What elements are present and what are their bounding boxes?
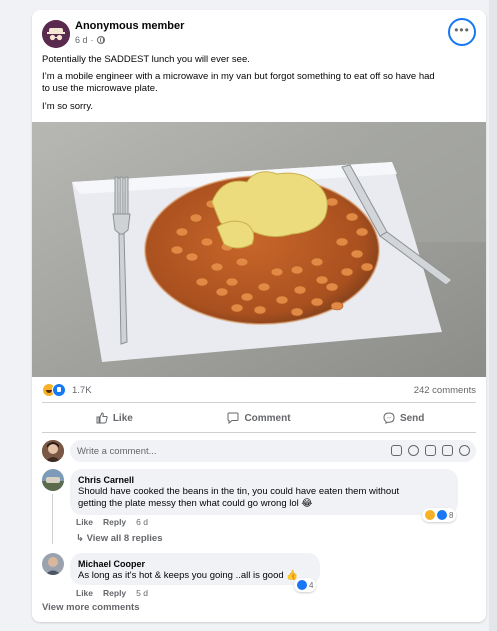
reaction-icons[interactable]	[42, 383, 66, 397]
like-reaction-icon	[437, 510, 447, 520]
sticker-icon[interactable]	[459, 445, 470, 456]
beans-plate-image	[32, 122, 486, 377]
comment-author[interactable]: Chris Carnell	[78, 474, 450, 486]
user-photo	[42, 440, 64, 462]
divider	[42, 432, 476, 433]
comment-reactions[interactable]: 8	[422, 508, 457, 522]
emoji-icon[interactable]	[408, 445, 419, 456]
comment-author[interactable]: Michael Cooper	[78, 558, 312, 570]
comment-tools	[391, 445, 470, 456]
comment-reactions[interactable]: 4	[294, 578, 317, 592]
comment-text: As long as it's hot & keeps you going ..…	[78, 570, 299, 581]
post-author[interactable]: Anonymous member	[75, 20, 184, 32]
view-more-comments-link[interactable]: View more comments	[42, 602, 140, 613]
comment-meta: Like Reply 5 d	[76, 588, 148, 598]
post-more-button[interactable]: •••	[448, 18, 476, 46]
meta-separator: ·	[90, 35, 94, 45]
reaction-stats: 1.7K 242 comments	[42, 383, 476, 399]
comment-reply-link[interactable]: Reply	[103, 517, 126, 527]
post-text-line: I’m a mobile engineer with a microwave i…	[42, 71, 435, 82]
like-button[interactable]: Like	[42, 406, 187, 430]
post-time[interactable]: 6 d	[75, 35, 88, 45]
comment-time[interactable]: 5 d	[136, 588, 148, 598]
comment-text: Should have cooked the beans in the tin,…	[78, 486, 400, 497]
commenter-avatar[interactable]	[42, 469, 64, 491]
comment-count[interactable]: 242 comments	[414, 385, 476, 396]
reply-arrow-icon: ↳	[76, 533, 87, 544]
page-scrollbar[interactable]	[489, 0, 497, 631]
anonymous-avatar[interactable]	[42, 20, 70, 48]
gif-icon[interactable]	[442, 445, 453, 456]
post-header: Anonymous member 6 d · •••	[42, 18, 476, 52]
comment-icon	[227, 412, 239, 424]
comment-input[interactable]: Write a comment...	[70, 440, 476, 462]
comment-bubble: Chris Carnell Should have cooked the bea…	[70, 469, 458, 515]
comment-reaction-count: 8	[449, 510, 454, 520]
globe-icon	[96, 36, 105, 44]
comment-time[interactable]: 6 d	[136, 517, 148, 527]
thread-line	[52, 494, 53, 544]
divider	[42, 402, 476, 403]
comment-reaction-count: 4	[309, 580, 314, 590]
reaction-count[interactable]: 1.7K	[72, 385, 92, 396]
comment-label: Comment	[244, 412, 291, 424]
commenter-photo	[42, 469, 64, 491]
comment-button[interactable]: Comment	[187, 406, 332, 430]
camera-icon[interactable]	[425, 445, 436, 456]
avatar-sticker-icon[interactable]	[391, 445, 402, 456]
commenter-photo	[42, 553, 64, 575]
send-label: Send	[399, 412, 425, 424]
view-replies-link[interactable]: ↳ View all 8 replies	[76, 533, 162, 544]
comment-meta: Like Reply 6 d	[76, 517, 148, 527]
post-text-line: I’m so sorry.	[42, 101, 94, 112]
post-card: Anonymous member 6 d · ••• Potentially t…	[32, 10, 486, 622]
post-actions: Like Comment Send	[42, 406, 476, 430]
more-icon: •••	[454, 23, 470, 37]
comment-reply-link[interactable]: Reply	[103, 588, 126, 598]
like-label: Like	[112, 412, 133, 424]
post-text-line: to use the microwave plate.	[42, 83, 158, 94]
send-button[interactable]: Send	[331, 406, 476, 430]
current-user-avatar[interactable]	[42, 440, 64, 462]
post-text-line: Potentially the SADDEST lunch you will e…	[42, 54, 250, 65]
haha-reaction-icon	[425, 510, 435, 520]
thumbs-up-icon	[96, 412, 108, 424]
messenger-icon	[383, 412, 395, 424]
comment-like-link[interactable]: Like	[76, 588, 93, 598]
post-photo[interactable]	[32, 122, 486, 377]
comment-placeholder: Write a comment...	[77, 446, 157, 457]
view-replies-label: View all 8 replies	[86, 533, 163, 544]
like-reaction-icon	[297, 580, 307, 590]
comment-like-link[interactable]: Like	[76, 517, 93, 527]
anonymous-icon	[42, 20, 70, 48]
commenter-avatar[interactable]	[42, 553, 64, 575]
comment-bubble: Michael Cooper As long as it's hot & kee…	[70, 553, 320, 585]
post-meta: 6 d ·	[75, 35, 105, 45]
comment-text: getting the plate messy then what could …	[78, 498, 313, 509]
like-reaction-icon	[52, 383, 66, 397]
